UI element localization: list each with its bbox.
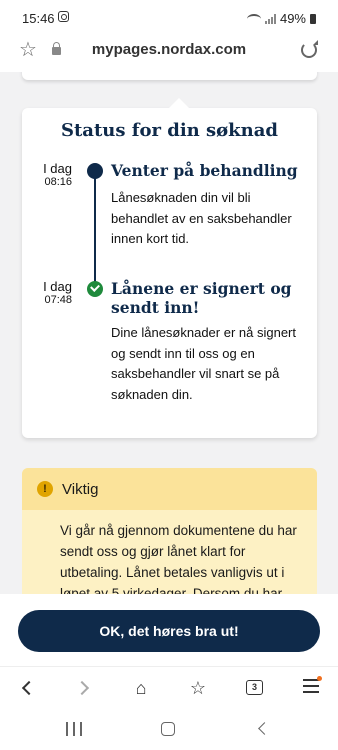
url-text[interactable]: mypages.nordax.com: [0, 41, 338, 58]
menu-icon[interactable]: [299, 675, 323, 699]
instagram-icon: [58, 11, 69, 22]
event-day: I dag: [43, 279, 72, 294]
signal-icon: [264, 13, 276, 24]
status-title: Status for din søknad: [60, 120, 278, 141]
timeline-line: [94, 172, 96, 290]
browser-toolbar: ⌂ ☆ 3: [0, 666, 338, 710]
event-time: 08:16: [44, 176, 72, 189]
forward-icon[interactable]: [73, 676, 97, 700]
status-bar: 15:46 49%: [0, 0, 338, 36]
wifi-icon: [246, 13, 261, 24]
system-back-icon[interactable]: [258, 722, 271, 735]
action-bar: OK, det høres bra ut!: [0, 594, 338, 666]
tab-count: 3: [246, 680, 263, 695]
status-card: Status for din søknad I dag 08:16 Venter…: [22, 98, 317, 438]
card-notch: [168, 98, 190, 109]
event-date: I dag 07:48: [22, 279, 72, 307]
event-date: I dag 08:16: [22, 161, 72, 189]
notice-text: Vi går nå gjennom dokumentene du har sen…: [60, 523, 297, 594]
event-day: I dag: [43, 161, 72, 176]
warning-icon: !: [37, 481, 53, 497]
battery-icon: [310, 13, 316, 24]
battery-percent: 49%: [279, 11, 306, 26]
reload-icon[interactable]: [301, 40, 318, 58]
check-icon: [87, 281, 103, 297]
notice-card: ! Viktig Vi går nå gjennom dokumentene d…: [22, 468, 317, 594]
recent-apps-icon[interactable]: [66, 722, 82, 736]
notification-dot: [317, 676, 322, 681]
notice-header: ! Viktig: [22, 468, 317, 510]
home-icon[interactable]: ⌂: [129, 676, 153, 700]
event-text: Lånesøknaden din vil bli behandlet av en…: [111, 190, 292, 247]
system-home-icon[interactable]: [161, 722, 175, 736]
system-nav-bar: [0, 710, 338, 750]
page-content[interactable]: Status for din søknad I dag 08:16 Venter…: [0, 72, 338, 594]
event-text: Dine lånesøknader er nå signert og sendt…: [111, 325, 296, 402]
pending-dot-icon: [87, 163, 103, 179]
event-heading: Venter på behandling: [111, 161, 298, 180]
clock: 15:46: [22, 11, 55, 26]
tabs-icon[interactable]: 3: [243, 676, 267, 700]
previous-card: [22, 72, 317, 80]
event-heading: Lånene er signert og sendt inn!: [111, 279, 292, 317]
address-bar: ☆ mypages.nordax.com: [0, 36, 338, 72]
status-icons: 49%: [246, 11, 316, 26]
notice-title: Viktig: [62, 481, 99, 498]
ok-button[interactable]: OK, det høres bra ut!: [18, 610, 320, 652]
bookmarks-icon[interactable]: ☆: [186, 676, 210, 700]
back-icon[interactable]: [15, 676, 39, 700]
event-time: 07:48: [44, 294, 72, 307]
